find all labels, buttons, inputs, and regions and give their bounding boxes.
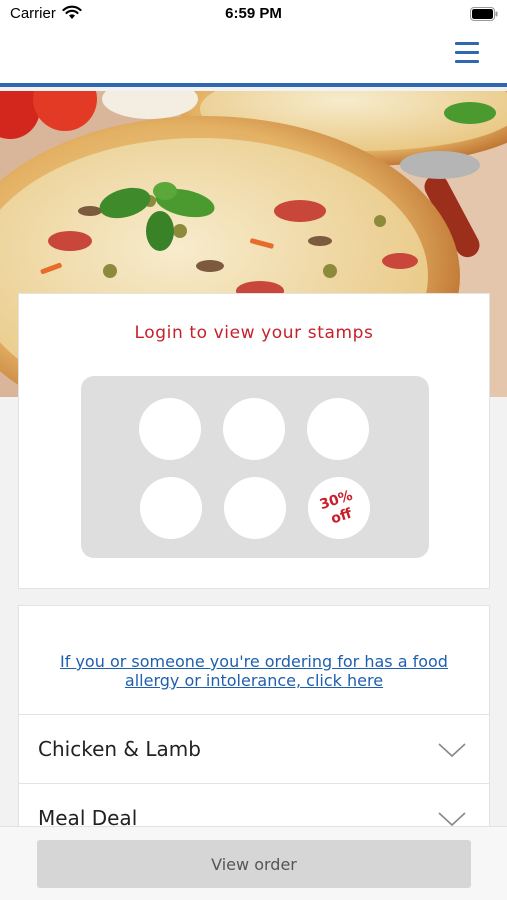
stamp-board: 30% off <box>81 376 429 558</box>
allergy-info-link[interactable]: If you or someone you're ordering for ha… <box>39 652 469 690</box>
stamp-card-title[interactable]: Login to view your stamps <box>19 323 489 343</box>
stamp-card: Login to view your stamps 30% off <box>18 293 490 589</box>
chevron-down-icon <box>438 743 466 758</box>
category-label: Chicken & Lamb <box>38 737 201 761</box>
battery-icon <box>470 7 498 21</box>
bottom-bar: View order <box>0 826 507 900</box>
reward-label: 30% off <box>317 487 355 528</box>
status-bar: Carrier 6:59 PM <box>0 0 507 30</box>
category-row-chicken-lamb[interactable]: Chicken & Lamb <box>19 714 489 784</box>
stamp-slot <box>224 477 286 539</box>
stamp-slot <box>307 398 369 460</box>
stamp-slot <box>140 477 202 539</box>
hamburger-menu-icon[interactable] <box>453 40 483 66</box>
stamp-slot <box>223 398 285 460</box>
stamp-slot <box>139 398 201 460</box>
reward-stamp: 30% off <box>308 477 370 539</box>
clock: 6:59 PM <box>225 5 282 22</box>
nav-bar <box>0 30 507 87</box>
view-order-button[interactable]: View order <box>37 840 471 888</box>
